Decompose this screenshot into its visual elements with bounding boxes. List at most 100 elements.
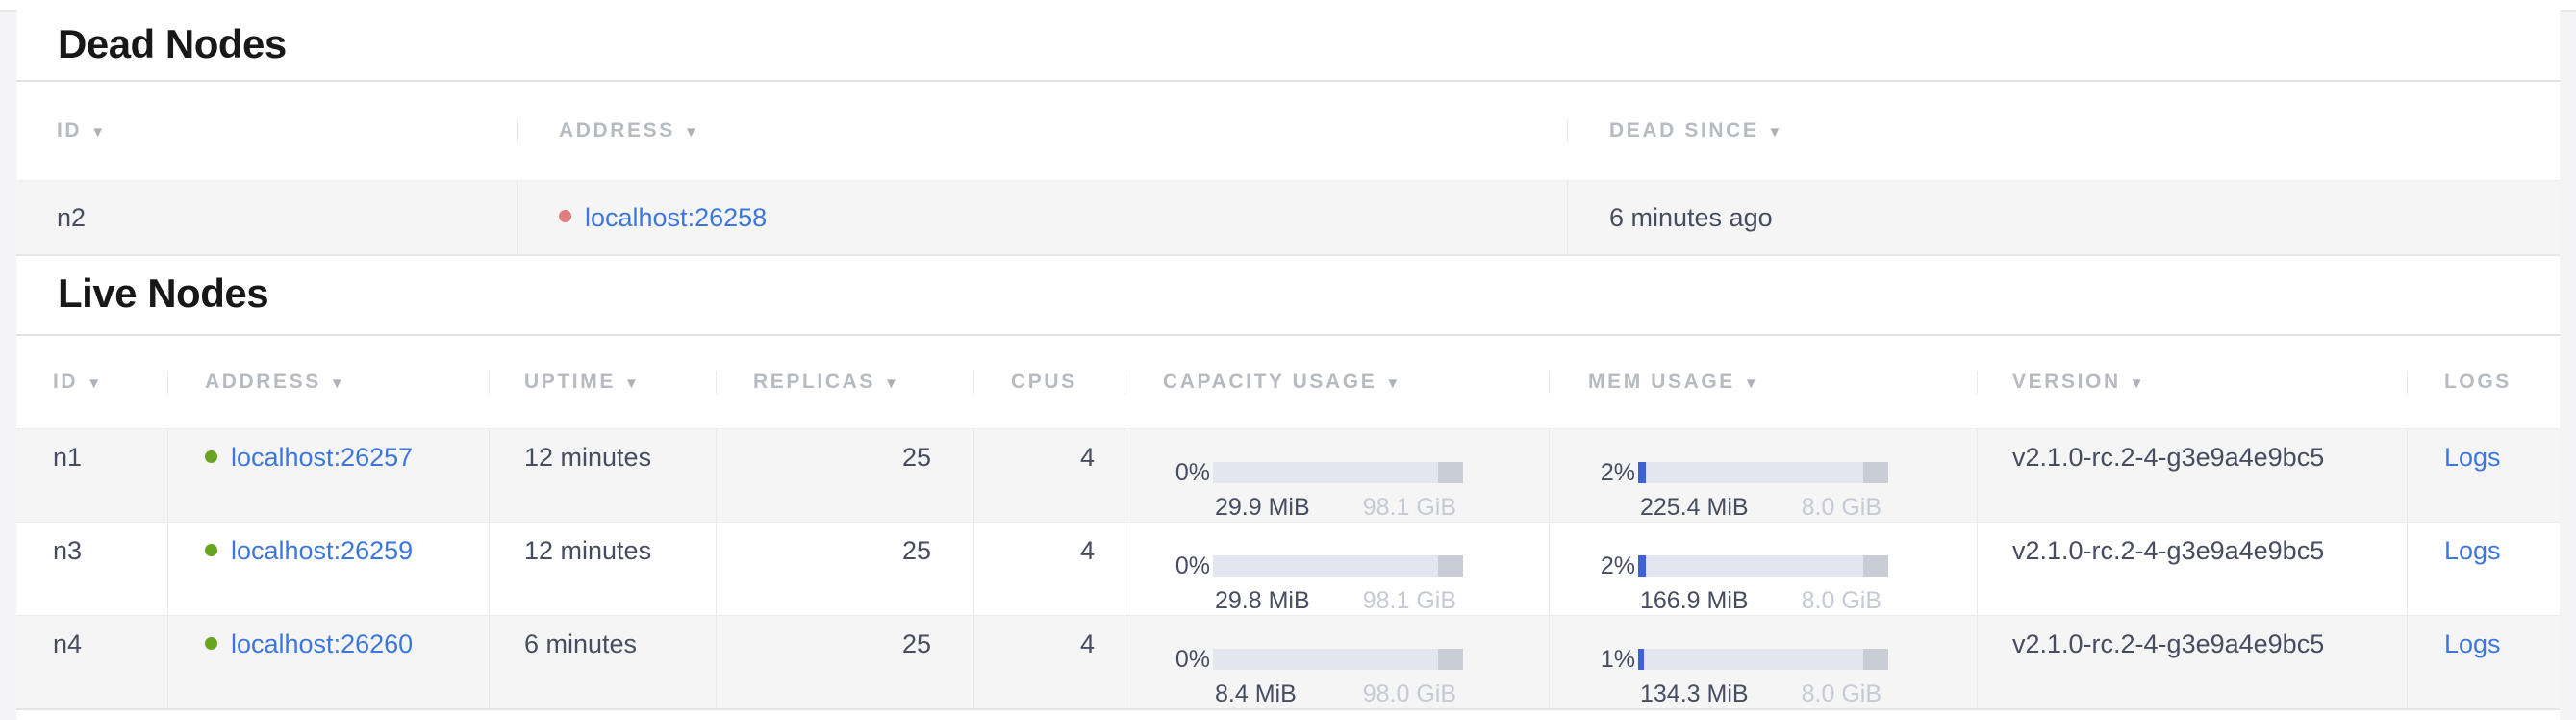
live-nodes-title: Live Nodes	[58, 270, 268, 317]
capacity-total-value: 98.1 GiB	[1363, 587, 1456, 614]
node-list-panel: Dead Nodes ID▼ADDRESS▼DEAD SINCE▼n2local…	[16, 0, 2560, 720]
capacity-usage-cell: 0% 29.8 MiB 98.1 GiB	[1163, 535, 1549, 614]
uptime-cell: 6 minutes	[489, 616, 716, 708]
column-header-replicas[interactable]: REPLICAS ▼	[716, 371, 973, 394]
column-header-capacity-usage[interactable]: CAPACITY USAGE ▼	[1124, 371, 1549, 394]
mem-total-value: 8.0 GiB	[1802, 494, 1881, 521]
mem-total-value: 8.0 GiB	[1802, 587, 1881, 614]
column-header-uptime[interactable]: UPTIME▼	[489, 371, 716, 394]
node-address-cell: localhost:26259	[167, 523, 489, 615]
capacity-usage-percent: 0%	[1163, 457, 1213, 488]
capacity-usage-bar-endcap	[1438, 649, 1463, 670]
capacity-usage-cell: 0%8.4 MiB98.0 GiB	[1124, 616, 1549, 708]
capacity-used-value: 29.9 MiB	[1215, 494, 1310, 521]
capacity-usage-labels: 29.9 MiB 98.1 GiB	[1213, 494, 1463, 521]
column-header-address[interactable]: ADDRESS ▼	[517, 119, 1567, 142]
mem-usage-bar-endcap	[1863, 462, 1888, 483]
column-header-label: CPUS	[1011, 371, 1077, 393]
node-address-link[interactable]: localhost:26258	[585, 203, 767, 233]
cpus-cell: 4	[973, 429, 1124, 522]
capacity-usage-bar	[1213, 649, 1463, 670]
sort-arrow-icon: ▼	[330, 375, 344, 392]
mem-usage-cell: 2%225.4 MiB8.0 GiB	[1549, 429, 1977, 522]
column-header-address[interactable]: ADDRESS▼	[167, 371, 489, 394]
column-header-label: VERSION	[2012, 371, 2121, 393]
capacity-usage-cell: 0%8.4 MiB98.0 GiB	[1163, 629, 1549, 707]
uptime-cell: 12 minutes	[489, 523, 716, 615]
logs-cell: Logs	[2407, 429, 2560, 522]
capacity-used-value: 29.8 MiB	[1215, 587, 1310, 614]
column-header-logs: LOGS	[2407, 371, 2560, 394]
live-nodes-table: ID▼ADDRESS▼UPTIME▼ REPLICAS ▼ CPUS CAPACITY …	[16, 334, 2560, 710]
dead-nodes-table: ID▼ADDRESS▼DEAD SINCE▼n2localhost:262586…	[16, 80, 2560, 256]
dead-status-icon	[559, 210, 571, 222]
column-header-id[interactable]: ID▼	[16, 119, 517, 142]
column-header-label: ADDRESS	[559, 119, 675, 141]
mem-usage-labels: 166.9 MiB 8.0 GiB	[1638, 587, 1888, 614]
mem-used-value: 134.3 MiB	[1640, 681, 1749, 707]
capacity-usage-labels: 29.8 MiB 98.1 GiB	[1213, 587, 1463, 614]
cpus-cell: 4	[973, 523, 1124, 615]
table-header-row: ID▼ADDRESS▼DEAD SINCE▼	[16, 80, 2560, 180]
sort-arrow-icon: ▼	[2130, 375, 2144, 392]
mem-bar-line: 2%	[1588, 551, 1977, 581]
node-id-cell: n3	[16, 523, 167, 615]
table-row-dead-node-n2: n2localhost:262586 minutes ago	[16, 180, 2560, 254]
dead-nodes-title: Dead Nodes	[58, 21, 287, 67]
sort-arrow-icon: ▼	[1768, 124, 1782, 141]
column-header-mem-usage[interactable]: MEM USAGE▼	[1549, 371, 1977, 394]
capacity-usage-bar-endcap	[1438, 462, 1463, 483]
table-row-live-node-n1: n1localhost:2625712 minutes2540%29.9 MiB…	[16, 428, 2560, 522]
mem-usage-bar-fill	[1638, 555, 1646, 577]
sort-arrow-icon: ▼	[1385, 375, 1400, 392]
live-status-icon	[205, 544, 217, 556]
live-status-icon	[205, 637, 217, 650]
replicas-cell: 25	[716, 616, 973, 708]
capacity-total-value: 98.1 GiB	[1363, 494, 1456, 521]
node-address-link[interactable]: localhost:26257	[231, 443, 413, 472]
node-id-cell: n4	[16, 616, 167, 708]
node-address-link[interactable]: localhost:26259	[231, 536, 413, 565]
sort-arrow-icon: ▼	[884, 375, 898, 392]
mem-usage-bar	[1638, 555, 1888, 577]
version-cell: v2.1.0-rc.2-4-g3e9a4e9bc5	[1977, 523, 2407, 615]
sort-arrow-icon: ▼	[624, 375, 639, 392]
mem-bar-line: 2%	[1588, 457, 1977, 488]
capacity-bar-line: 0%	[1163, 644, 1549, 675]
sort-arrow-icon: ▼	[1744, 375, 1758, 392]
mem-usage-bar	[1638, 649, 1888, 670]
mem-usage-bar-fill	[1638, 649, 1644, 670]
node-id-cell: n2	[16, 181, 517, 254]
column-header-label: REPLICAS	[753, 371, 875, 393]
node-logs-link[interactable]: Logs	[2444, 536, 2501, 565]
node-address-link[interactable]: localhost:26260	[231, 630, 413, 658]
mem-usage-bar-endcap	[1863, 649, 1888, 670]
column-header-dead-since[interactable]: DEAD SINCE▼	[1567, 119, 2560, 142]
capacity-usage-labels: 8.4 MiB98.0 GiB	[1213, 681, 1463, 707]
sort-arrow-icon: ▼	[684, 124, 698, 141]
column-header-cpus: CPUS	[973, 371, 1124, 394]
mem-usage-percent: 2%	[1588, 457, 1638, 488]
column-header-label: CAPACITY USAGE	[1163, 371, 1376, 393]
capacity-usage-percent: 0%	[1163, 644, 1213, 675]
sort-arrow-icon: ▼	[87, 375, 101, 392]
column-header-version[interactable]: VERSION ▼	[1977, 371, 2407, 394]
mem-usage-cell: 2% 166.9 MiB 8.0 GiB	[1588, 535, 1977, 614]
mem-used-value: 166.9 MiB	[1640, 587, 1749, 614]
capacity-total-value: 98.0 GiB	[1363, 681, 1456, 707]
mem-usage-labels: 134.3 MiB8.0 GiB	[1638, 681, 1888, 707]
table-row-live-node-n3: n3localhost:2625912 minutes2540%29.8 MiB…	[16, 522, 2560, 615]
mem-usage-bar-endcap	[1863, 555, 1888, 577]
table-row-live-node-n4: n4localhost:262606 minutes2540%8.4 MiB98…	[16, 615, 2560, 708]
node-logs-link[interactable]: Logs	[2444, 443, 2501, 472]
capacity-usage-cell: 0%29.9 MiB 98.1 GiB	[1163, 442, 1549, 521]
capacity-bar-line: 0%	[1163, 551, 1549, 581]
column-header-id[interactable]: ID▼	[16, 371, 167, 394]
mem-usage-percent: 1%	[1588, 644, 1638, 675]
logs-cell: Logs	[2407, 523, 2560, 615]
table-header-row: ID▼ADDRESS▼UPTIME▼ REPLICAS ▼ CPUS CAPACITY …	[16, 334, 2560, 428]
node-logs-link[interactable]: Logs	[2444, 630, 2501, 658]
mem-usage-labels: 225.4 MiB8.0 GiB	[1638, 494, 1888, 521]
capacity-bar-line: 0%	[1163, 457, 1549, 488]
node-id-cell: n1	[16, 429, 167, 522]
